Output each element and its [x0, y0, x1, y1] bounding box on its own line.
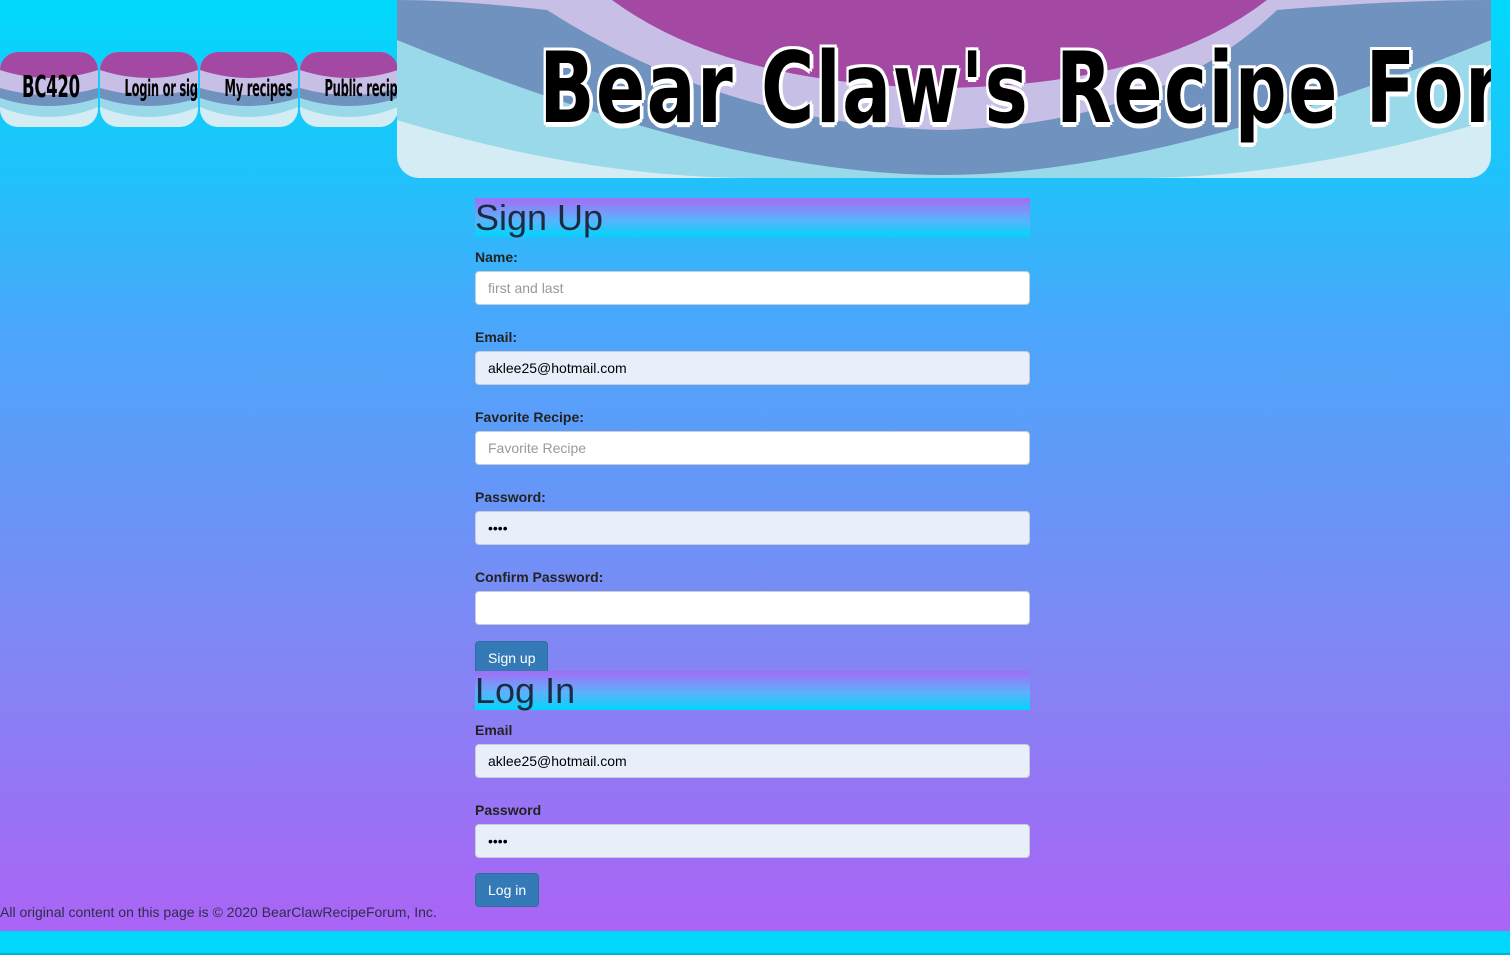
- nav-item-label: Login or sign up: [124, 76, 199, 102]
- email-label: Email:: [475, 329, 518, 345]
- nav-item-public-recipes[interactable]: Public recipes: [300, 52, 398, 127]
- login-heading: Log In: [475, 671, 1030, 710]
- login-password-label: Password: [475, 802, 542, 818]
- copyright-footer: All original content on this page is © 2…: [0, 904, 437, 920]
- name-label: Name:: [475, 249, 518, 265]
- nav-item-home[interactable]: BC420: [0, 52, 98, 127]
- nav-item-label: Public recipes: [324, 76, 399, 102]
- login-email-label: Email: [475, 722, 513, 738]
- nav-item-login[interactable]: Login or sign up: [100, 52, 198, 127]
- nav-bar: BC420 Login or sign up My recipes P: [0, 52, 400, 127]
- site-title: Bear Claw's Recipe Forum: [539, 32, 1491, 146]
- nav-item-label: BC420: [22, 70, 80, 105]
- name-field[interactable]: [475, 271, 1030, 305]
- favorite-recipe-label: Favorite Recipe:: [475, 409, 584, 425]
- login-password-field[interactable]: [475, 824, 1030, 858]
- password-field[interactable]: [475, 511, 1030, 545]
- confirm-password-field[interactable]: [475, 591, 1030, 625]
- login-section: Log In Email Password Log in: [475, 671, 1030, 907]
- email-field[interactable]: [475, 351, 1030, 385]
- nav-item-my-recipes[interactable]: My recipes: [200, 52, 298, 127]
- signup-section: Sign Up Name: Email: Favorite Recipe: Pa…: [475, 198, 1030, 675]
- bottom-strip: [0, 931, 1510, 955]
- confirm-password-label: Confirm Password:: [475, 569, 604, 585]
- site-banner: Bear Claw's Recipe Forum: [397, 0, 1491, 178]
- login-email-field[interactable]: [475, 744, 1030, 778]
- nav-item-label: My recipes: [224, 76, 293, 102]
- password-label: Password:: [475, 489, 546, 505]
- favorite-recipe-field[interactable]: [475, 431, 1030, 465]
- login-button[interactable]: Log in: [475, 873, 540, 907]
- signup-heading: Sign Up: [475, 198, 1030, 237]
